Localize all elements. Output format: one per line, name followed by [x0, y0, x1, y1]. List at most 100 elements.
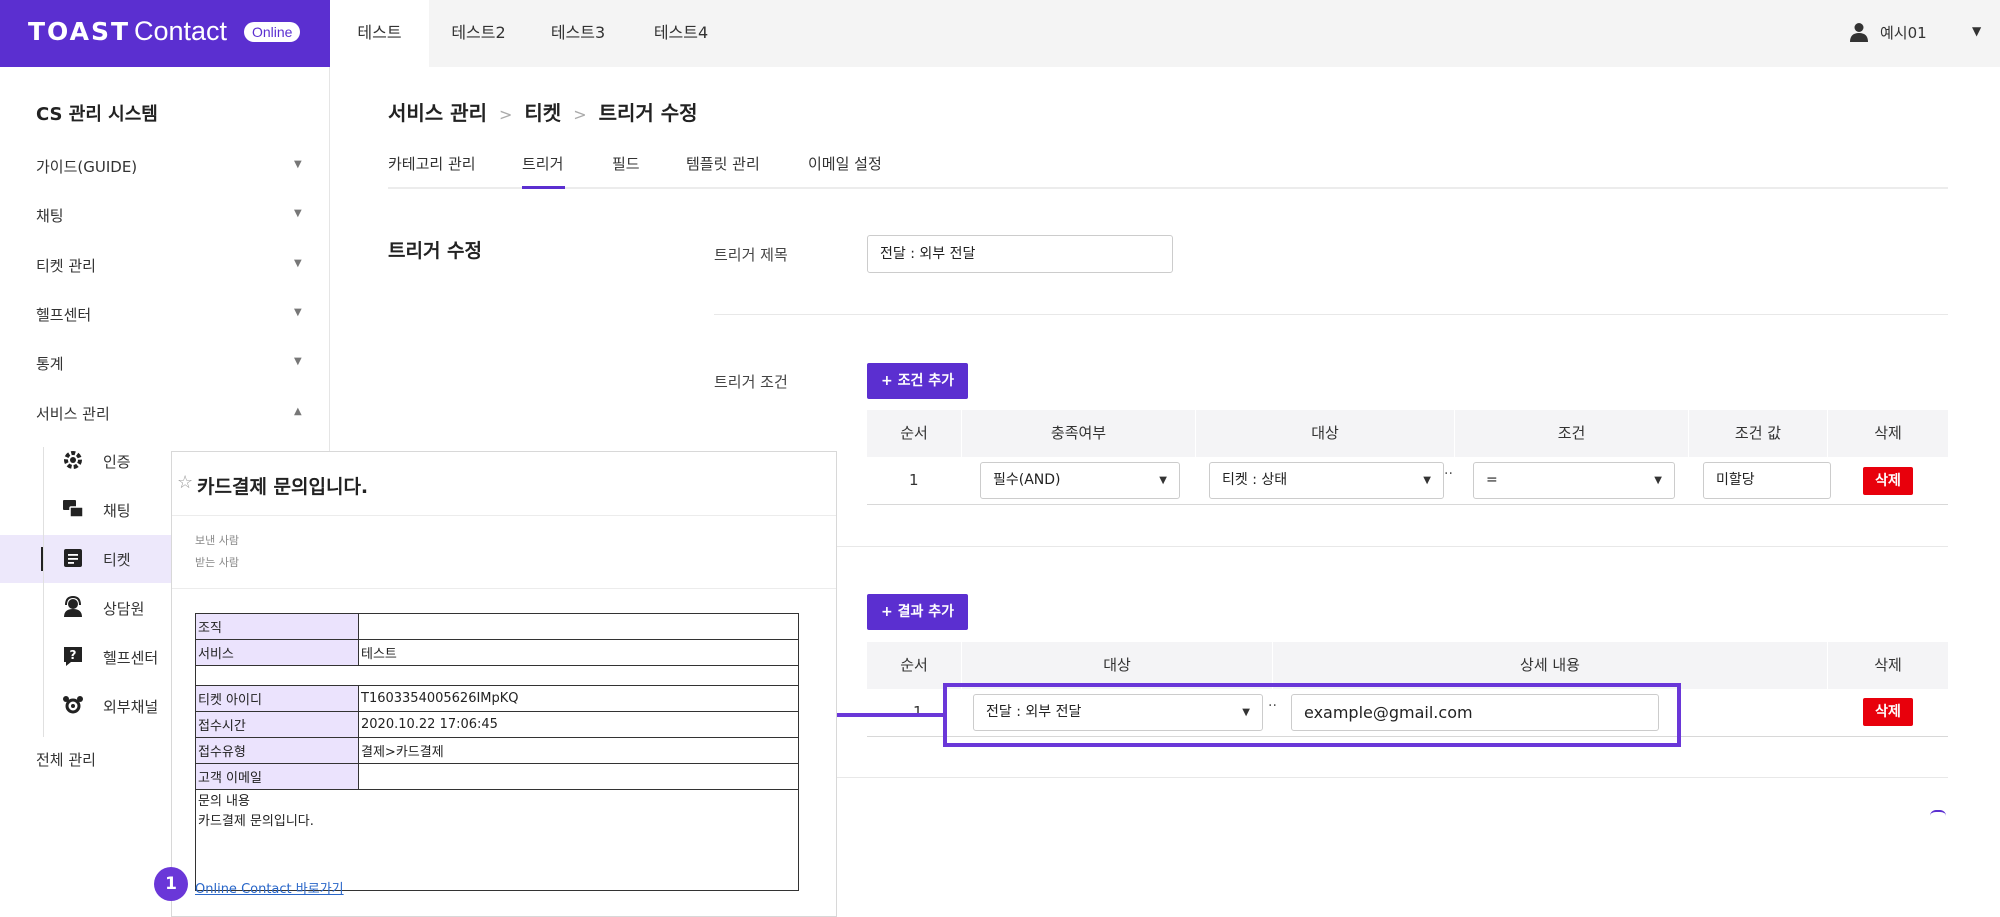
inquiry-content: 문의 내용 카드결제 문의입니다. — [195, 789, 799, 891]
table-label: 티켓 아이디 — [195, 685, 359, 712]
column-header: 삭제 — [1874, 656, 1902, 674]
email-preview: ☆ 카드결제 문의입니다. 보낸 사람 받는 사람 조직 서비스 테스트 티켓 아… — [171, 451, 837, 917]
tab-category[interactable]: 카테고리 관리 — [388, 153, 476, 174]
delete-result-button[interactable]: 삭제 — [1863, 698, 1913, 726]
delete-condition-button[interactable]: 삭제 — [1863, 467, 1913, 495]
help-icon: ? — [64, 647, 82, 666]
add-result-button[interactable]: + 결과 추가 — [867, 594, 968, 630]
chevron-up-icon[interactable]: ▲ — [294, 406, 302, 417]
table-blank — [195, 665, 799, 686]
table-label: 접수유형 — [195, 737, 359, 764]
logo[interactable]: TOAST Contact Online — [0, 0, 330, 67]
chevron-down-icon: ▼ — [1654, 475, 1662, 486]
chevron-right-icon: > — [498, 105, 513, 124]
top-tab-2[interactable]: 테스트2 — [429, 0, 528, 67]
fulfill-select[interactable]: 필수(AND) ▼ — [980, 462, 1180, 499]
table-value: T1603354005626IMpKQ — [358, 685, 799, 712]
target-select[interactable]: 티켓 : 상태 ▼ — [1209, 462, 1444, 499]
operator-select[interactable]: = ▼ — [1473, 462, 1675, 499]
condition-value-input[interactable]: 미할당 — [1703, 462, 1831, 499]
inquiry-text: 카드결제 문의입니다. — [198, 814, 314, 829]
scroll-top-icon[interactable] — [1930, 810, 1946, 816]
table-row: 서비스 테스트 — [195, 639, 799, 666]
divider — [714, 777, 1948, 778]
fulfill-select-value: 필수(AND) — [993, 472, 1061, 488]
sidebar-item-helpcenter[interactable]: 헬프센터 — [36, 304, 91, 325]
divider — [172, 588, 836, 589]
table-value: 테스트 — [358, 639, 799, 666]
star-icon[interactable]: ☆ — [177, 472, 193, 493]
user-icon[interactable] — [1850, 22, 1868, 42]
table-row: 티켓 아이디 T1603354005626IMpKQ — [195, 685, 799, 712]
chevron-down-icon[interactable]: ▼ — [294, 356, 302, 367]
sidebar-sub-label: 상담원 — [103, 600, 145, 618]
sidebar-sub-label: 헬프센터 — [103, 649, 159, 667]
target-select-value: 티켓 : 상태 — [1222, 472, 1288, 488]
breadcrumb-item[interactable]: 서비스 관리 — [388, 101, 487, 125]
condition-order: 1 — [909, 471, 919, 489]
tab-trigger[interactable]: 트리거 — [522, 153, 563, 174]
table-label: 접수시간 — [195, 711, 359, 738]
chevron-down-icon[interactable]: ▼ — [1972, 24, 1981, 38]
chevron-down-icon[interactable]: ▼ — [294, 159, 302, 170]
top-tab-3[interactable]: 테스트3 — [530, 0, 626, 67]
breadcrumb-current: 트리거 수정 — [598, 101, 698, 125]
sidebar-item-service-manage[interactable]: 서비스 관리 — [36, 403, 110, 424]
sidebar-item-stats[interactable]: 통계 — [36, 353, 64, 374]
active-tab-indicator — [522, 186, 565, 189]
table-row — [195, 665, 799, 686]
table-label: 고객 이메일 — [195, 763, 359, 790]
chevron-down-icon[interactable]: ▼ — [294, 307, 302, 318]
external-channel-icon — [63, 696, 83, 714]
email-info-table: 조직 서비스 테스트 티켓 아이디 T1603354005626IMpKQ 접수시간… — [195, 613, 799, 891]
sidebar-item-guide[interactable]: 가이드(GUIDE) — [36, 156, 137, 177]
email-to-label: 받는 사람 — [195, 556, 239, 569]
inquiry-label: 문의 내용 — [198, 794, 250, 809]
sidebar-title: CS 관리 시스템 — [36, 104, 158, 125]
email-subject: 카드결제 문의입니다. — [197, 476, 369, 498]
online-contact-link[interactable]: Online Contact 바로가기 — [195, 878, 344, 897]
tab-email-settings[interactable]: 이메일 설정 — [808, 153, 882, 174]
email-from-label: 보낸 사람 — [195, 534, 239, 547]
condition-table-header: 순서 충족여부 대상 조건 조건 값 삭제 — [867, 410, 1948, 457]
sidebar-item-all-manage[interactable]: 전체 관리 — [36, 749, 96, 770]
column-header: 대상 — [1196, 410, 1455, 457]
chevron-right-icon: > — [573, 105, 587, 124]
column-header: 삭제 — [1874, 424, 1902, 442]
user-name[interactable]: 예시01 — [1880, 22, 1927, 43]
column-header: 조건 — [1455, 410, 1689, 457]
table-row: 고객 이메일 — [195, 763, 799, 790]
sidebar-sub-label: 채팅 — [103, 502, 131, 520]
top-tab-1[interactable]: 테스트 — [330, 0, 429, 67]
sidebar-sub-label: 티켓 — [103, 551, 131, 569]
tab-field[interactable]: 필드 — [612, 153, 640, 174]
add-condition-button[interactable]: + 조건 추가 — [867, 363, 968, 399]
sidebar-item-chat[interactable]: 채팅 — [36, 205, 64, 226]
table-label: 서비스 — [195, 639, 359, 666]
divider — [172, 515, 836, 516]
chevron-down-icon[interactable]: ▼ — [294, 208, 302, 219]
logo-brand: TOAST — [28, 17, 131, 46]
table-row: 접수시간 2020.10.22 17:06:45 — [195, 711, 799, 738]
top-tab-4[interactable]: 테스트4 — [633, 0, 729, 67]
tab-template[interactable]: 템플릿 관리 — [686, 153, 760, 174]
trigger-title-input[interactable]: 전달 : 외부 전달 — [867, 235, 1173, 273]
arrow-line — [832, 713, 943, 717]
chevron-down-icon[interactable]: ▼ — [294, 258, 302, 269]
column-header: 순서 — [867, 642, 962, 689]
step-badge: 1 — [154, 867, 188, 901]
ticket-icon — [64, 549, 82, 567]
column-header: 순서 — [867, 410, 962, 457]
column-header: 상세 내용 — [1273, 642, 1828, 689]
svg-text:?: ? — [70, 648, 77, 662]
table-value — [358, 763, 799, 790]
table-row: 조직 — [195, 613, 799, 640]
highlight-box — [943, 683, 1681, 747]
divider — [714, 546, 1948, 547]
table-value — [358, 613, 799, 640]
top-bar: TOAST Contact Online 테스트 테스트2 테스트3 테스트4 … — [0, 0, 2000, 67]
breadcrumb: 서비스 관리 > 티켓 > 트리거 수정 — [388, 97, 698, 126]
breadcrumb-item[interactable]: 티켓 — [524, 101, 561, 125]
table-value: 2020.10.22 17:06:45 — [358, 711, 799, 738]
sidebar-item-ticket-manage[interactable]: 티켓 관리 — [36, 255, 96, 276]
